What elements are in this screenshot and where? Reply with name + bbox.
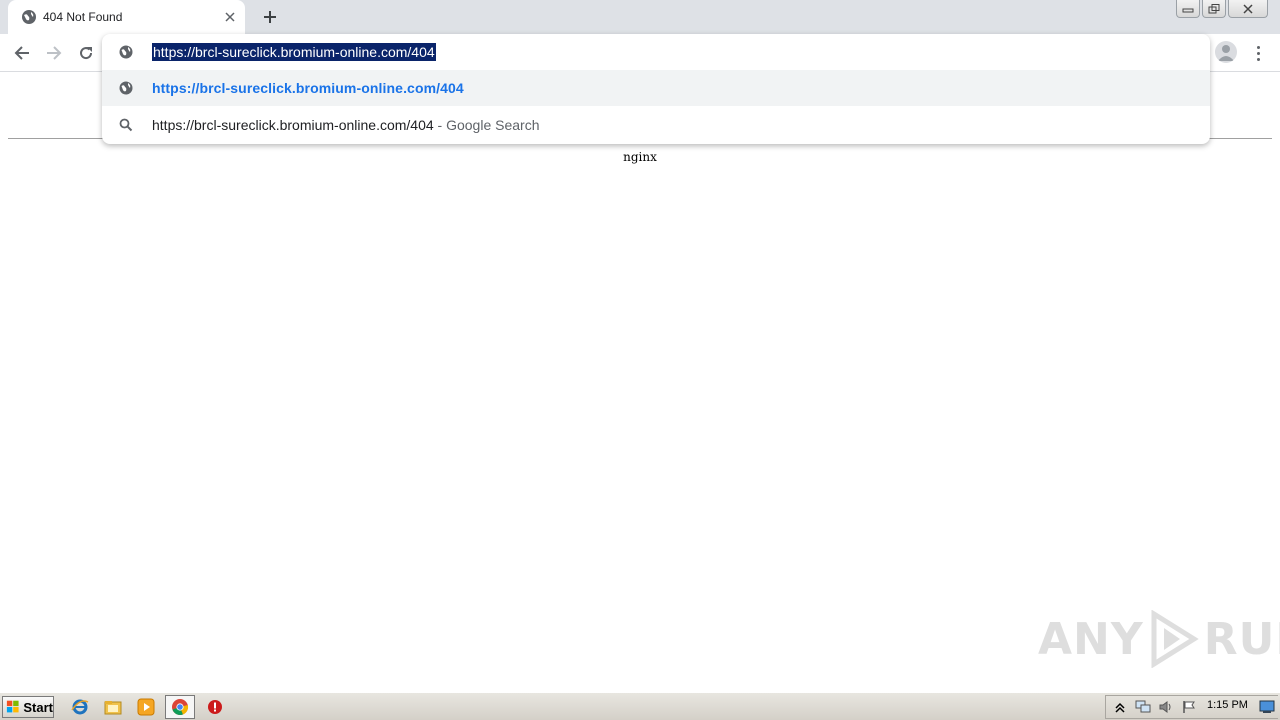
clock: 1:15 PM bbox=[1207, 699, 1248, 711]
arrow-right-icon bbox=[47, 46, 62, 60]
folder-icon[interactable] bbox=[103, 697, 123, 717]
address-input[interactable]: https://brcl-sureclick.bromium-online.co… bbox=[152, 43, 436, 61]
volume-icon[interactable] bbox=[1157, 698, 1175, 716]
chevron-up-icon[interactable] bbox=[1111, 698, 1129, 716]
network-icon[interactable] bbox=[1134, 698, 1152, 716]
suggestion-suffix: - Google Search bbox=[433, 117, 540, 133]
omnibox-dropdown: https://brcl-sureclick.bromium-online.co… bbox=[102, 34, 1210, 144]
taskbar: Start 1:15 PM bbox=[0, 692, 1280, 720]
globe-icon bbox=[118, 44, 134, 60]
close-icon bbox=[1243, 3, 1253, 14]
suggestion-url[interactable]: https://brcl-sureclick.bromium-online.co… bbox=[102, 70, 1210, 106]
reload-icon bbox=[80, 47, 93, 60]
tab-title: 404 Not Found bbox=[43, 10, 123, 24]
start-button[interactable]: Start bbox=[2, 696, 54, 718]
restore-button[interactable] bbox=[1202, 0, 1226, 18]
server-label: nginx bbox=[623, 150, 657, 164]
stop-icon[interactable] bbox=[205, 697, 225, 717]
minimize-button[interactable] bbox=[1176, 0, 1200, 18]
windows-logo-icon bbox=[6, 700, 19, 713]
internet-explorer-icon[interactable] bbox=[70, 697, 90, 717]
show-desktop-icon[interactable] bbox=[1258, 698, 1276, 716]
reload-button[interactable] bbox=[74, 41, 98, 65]
suggestion-search[interactable]: https://brcl-sureclick.bromium-online.co… bbox=[102, 107, 1210, 143]
window-controls bbox=[1176, 0, 1268, 20]
person-icon bbox=[1218, 45, 1234, 61]
close-window-button[interactable] bbox=[1228, 0, 1268, 18]
search-icon bbox=[118, 117, 134, 133]
globe-icon bbox=[21, 9, 37, 25]
back-button[interactable] bbox=[10, 41, 34, 65]
tab-404-not-found[interactable]: 404 Not Found bbox=[8, 0, 245, 34]
chrome-icon[interactable] bbox=[165, 695, 195, 719]
minimize-icon bbox=[1182, 8, 1194, 12]
forward-button[interactable] bbox=[42, 41, 66, 65]
restore-icon bbox=[1208, 3, 1220, 13]
tab-close-icon[interactable] bbox=[221, 8, 239, 26]
profile-avatar[interactable] bbox=[1215, 41, 1237, 63]
suggestion-text: https://brcl-sureclick.bromium-online.co… bbox=[152, 80, 464, 96]
system-tray bbox=[1105, 695, 1278, 719]
globe-icon bbox=[118, 80, 134, 96]
flag-icon[interactable] bbox=[1180, 698, 1198, 716]
play-logo-icon bbox=[1151, 610, 1199, 668]
arrow-left-icon bbox=[14, 46, 29, 60]
suggestion-text: https://brcl-sureclick.bromium-online.co… bbox=[152, 117, 540, 133]
address-bar[interactable]: https://brcl-sureclick.bromium-online.co… bbox=[102, 34, 1210, 70]
more-vertical-icon[interactable] bbox=[1248, 41, 1268, 65]
tab-strip: 404 Not Found bbox=[0, 0, 1280, 34]
anyrun-watermark: ANY RUN bbox=[1038, 608, 1280, 670]
plus-icon bbox=[264, 11, 276, 23]
media-player-icon[interactable] bbox=[136, 697, 156, 717]
new-tab-button[interactable] bbox=[259, 6, 281, 28]
